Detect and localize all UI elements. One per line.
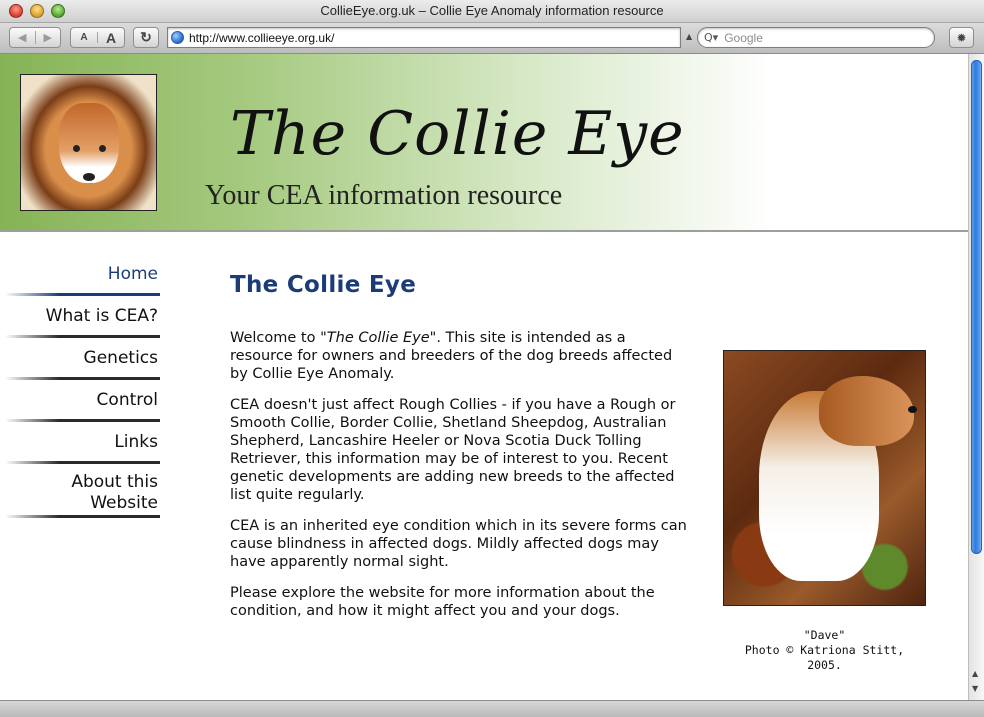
text-larger-button[interactable]: A: [98, 30, 124, 46]
back-arrow-icon[interactable]: ◀: [10, 31, 36, 44]
nav-underline: [5, 419, 160, 422]
nav-underline: [5, 461, 160, 464]
nav-item-control[interactable]: Control: [0, 390, 160, 422]
site-header: The Collie Eye Your CEA information reso…: [0, 54, 968, 232]
nav-item-label: Home: [107, 264, 158, 284]
main-content: Welcome to "The Collie Eye". This site i…: [230, 329, 690, 633]
search-field[interactable]: Q▾ Google: [697, 27, 935, 48]
dog-eye-left: [73, 145, 80, 152]
photo-caption: "Dave" Photo © Katriona Stitt, 2005.: [723, 628, 926, 673]
nav-item-about[interactable]: About this Website: [0, 472, 160, 518]
search-icon[interactable]: Q▾: [704, 31, 718, 44]
nav-item-what-is-cea[interactable]: What is CEA?: [0, 306, 160, 338]
scroll-up-arrow-icon[interactable]: ▲: [972, 669, 978, 678]
sidebar-nav: Home What is CEA? Genetics Control Links…: [0, 264, 160, 518]
nav-underline: [5, 515, 160, 518]
browser-toolbar: ◀ ▶ A A ↻ http://www.collieeye.org.uk/ ▲…: [0, 23, 984, 54]
globe-icon: [171, 31, 184, 44]
window-title: CollieEye.org.uk – Collie Eye Anomaly in…: [320, 3, 664, 18]
nav-item-label: Links: [114, 432, 158, 452]
nav-item-label: What is CEA?: [45, 306, 158, 326]
explore-paragraph: Please explore the website for more info…: [230, 585, 655, 619]
condition-paragraph: CEA is an inherited eye condition which …: [230, 518, 687, 570]
collie-logo-photo: [20, 74, 157, 211]
scrollbar-thumb[interactable]: [971, 60, 982, 554]
intro-text: Welcome to: [230, 330, 321, 346]
window-titlebar: CollieEye.org.uk – Collie Eye Anomaly in…: [0, 0, 984, 23]
status-bar: [0, 700, 984, 717]
nav-item-home[interactable]: Home: [0, 264, 160, 296]
address-bar[interactable]: http://www.collieeye.org.uk/: [167, 27, 681, 48]
breeds-paragraph: CEA doesn't just affect Rough Collies - …: [230, 397, 676, 503]
search-placeholder: Google: [724, 30, 763, 45]
text-smaller-button[interactable]: A: [71, 32, 98, 43]
dog-head: [819, 376, 914, 446]
intro-paragraph: Welcome to "The Collie Eye". This site i…: [230, 329, 690, 383]
nav-item-label: Control: [96, 390, 158, 410]
nav-item-label-line2: Website: [90, 493, 158, 513]
back-forward-buttons: ◀ ▶: [9, 27, 61, 48]
forward-arrow-icon[interactable]: ▶: [36, 31, 61, 44]
dog-eye-right: [99, 145, 106, 152]
photo-caption-name: "Dave": [803, 628, 846, 642]
nav-item-genetics[interactable]: Genetics: [0, 348, 160, 380]
site-logo-subtitle: Your CEA information resource: [205, 180, 563, 211]
vertical-scrollbar[interactable]: ▲ ▼: [968, 54, 984, 700]
scroll-down-arrow-icon[interactable]: ▼: [972, 684, 978, 693]
dog-nose: [83, 173, 95, 181]
url-text[interactable]: http://www.collieeye.org.uk/: [189, 31, 334, 45]
dog-face: [59, 103, 119, 183]
site-logo-title: The Collie Eye: [230, 99, 685, 169]
page-viewport: The Collie Eye Your CEA information reso…: [0, 54, 968, 700]
snapback-arrow-icon[interactable]: ▲: [686, 32, 692, 41]
text-size-buttons: A A: [70, 27, 125, 48]
site-name-emphasis: "The Collie Eye": [320, 330, 437, 346]
nav-item-label: Genetics: [83, 348, 158, 368]
bug-report-icon[interactable]: ✹: [949, 27, 974, 48]
nav-item-links[interactable]: Links: [0, 432, 160, 464]
nav-underline: [5, 335, 160, 338]
nav-underline: [5, 293, 160, 296]
dave-collie-photo: [723, 350, 926, 606]
nav-underline: [5, 377, 160, 380]
page-title: The Collie Eye: [230, 272, 417, 298]
dog-nose: [908, 406, 917, 413]
nav-item-label: About this: [71, 472, 158, 492]
photo-caption-credit: Photo © Katriona Stitt,: [744, 643, 905, 657]
reload-icon[interactable]: ↻: [133, 27, 159, 48]
photo-caption-year: 2005.: [807, 658, 842, 672]
